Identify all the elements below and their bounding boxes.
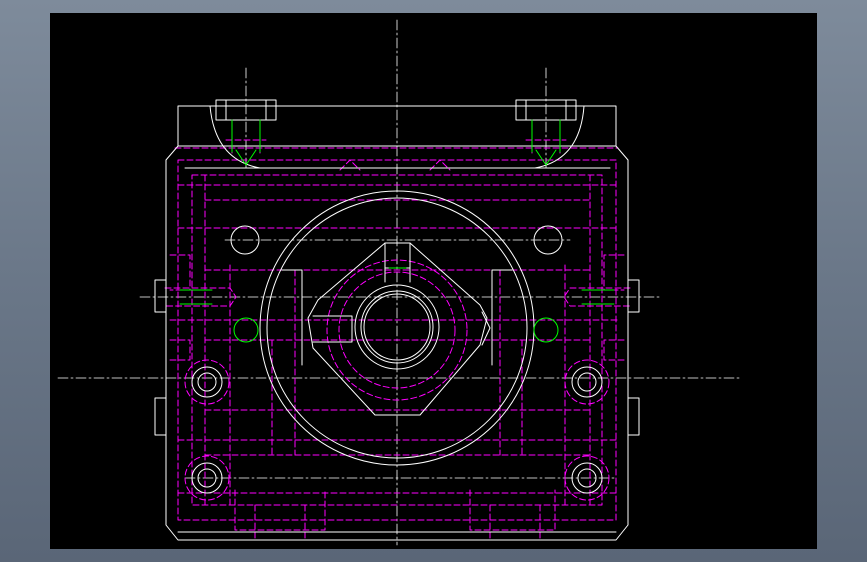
hidden-bottom-slot-right bbox=[469, 489, 556, 531]
flange-slot-right bbox=[491, 269, 513, 366]
diamond-mount bbox=[307, 242, 488, 416]
cad-drawing bbox=[57, 19, 741, 546]
flange-slot-left bbox=[281, 269, 303, 366]
left-boss-upper bbox=[154, 279, 167, 313]
hidden-side-left bbox=[169, 254, 191, 361]
hidden-edges bbox=[164, 119, 631, 541]
top-cap-arc-left bbox=[209, 105, 261, 169]
thread-hole-left bbox=[233, 317, 259, 343]
corner-bolt-top-left bbox=[191, 366, 223, 398]
right-boss-lower bbox=[627, 397, 640, 436]
thread-hole-right bbox=[533, 317, 559, 343]
hidden-side-right bbox=[603, 254, 625, 361]
hidden-bottom-slot-left bbox=[234, 489, 326, 531]
corner-bolt-top-right bbox=[571, 366, 603, 398]
keyway-top bbox=[384, 242, 411, 283]
right-boss-upper bbox=[627, 279, 640, 313]
cad-viewport[interactable] bbox=[50, 13, 817, 549]
centerlines bbox=[57, 19, 741, 546]
left-boss-lower bbox=[154, 397, 167, 436]
